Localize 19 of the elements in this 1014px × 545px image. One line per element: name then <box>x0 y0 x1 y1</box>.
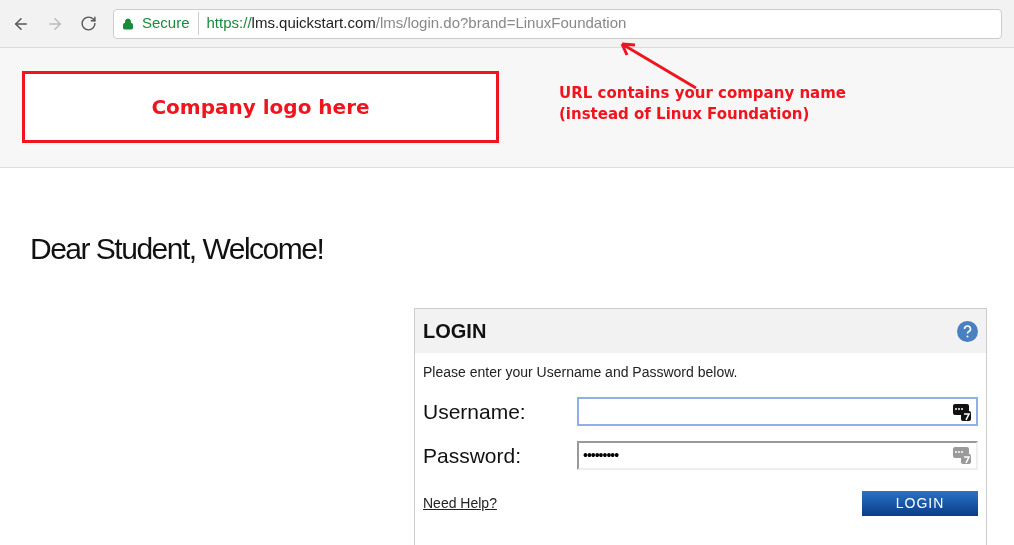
field-label: Username: <box>423 399 527 425</box>
password-field[interactable]: ••••••••• <box>577 440 978 470</box>
reload-icon[interactable] <box>80 15 97 32</box>
help-icon[interactable] <box>957 320 978 342</box>
need-help-link[interactable]: Need Help? <box>423 493 497 514</box>
field-label: Password: <box>423 442 523 469</box>
address-bar[interactable]: Secure https://lms.quickstart.com/lms/login.do?brand=LinuxFoundation <box>113 8 1002 39</box>
field-value: ••••••••• <box>583 445 619 465</box>
secure-label: Secure <box>138 12 199 35</box>
login-title: LOGIN <box>423 319 487 344</box>
lock-icon <box>122 17 134 30</box>
login-instructions: Please enter your Username and Password below. <box>422 363 739 382</box>
login-button[interactable]: LOGIN <box>862 491 978 516</box>
username-field[interactable] <box>577 397 978 427</box>
logo-placeholder-text: Company logo here <box>151 93 370 121</box>
keypad-icon[interactable] <box>952 401 972 422</box>
url-text: https://lms.quickstart.com/lms/login.do?brand=LinuxFoundation <box>205 13 627 34</box>
welcome-heading: Dear Student, Welcome! <box>30 231 325 267</box>
annotation-text: URL contains your company name (instead of Linux Foundation) <box>559 82 846 125</box>
